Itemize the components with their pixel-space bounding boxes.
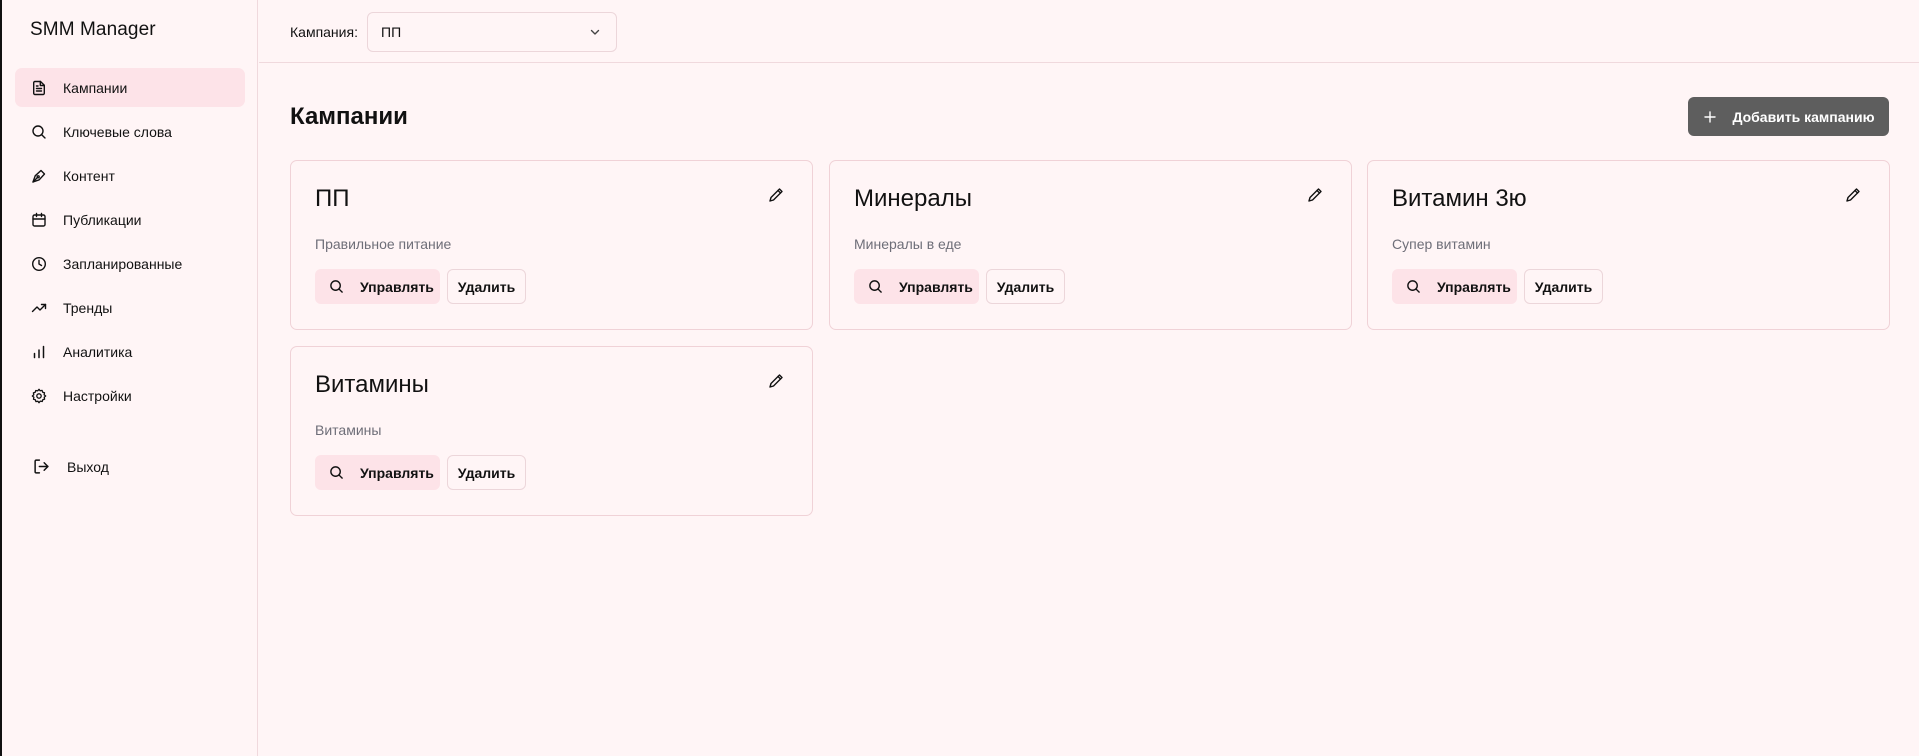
edit-campaign-button[interactable] [1307, 187, 1323, 203]
document-icon [31, 80, 47, 96]
pencil-icon [769, 188, 783, 202]
pencil-icon [1308, 188, 1322, 202]
campaign-title: Витамин 3ю [1392, 185, 1527, 212]
add-campaign-label: Добавить кампанию [1732, 108, 1875, 125]
delete-campaign-button[interactable]: Удалить [986, 269, 1065, 304]
sidebar-item-label: Публикации [63, 211, 142, 228]
sidebar-item-label: Ключевые слова [63, 123, 172, 140]
search-icon [329, 465, 344, 480]
edit-campaign-button[interactable] [768, 187, 784, 203]
sidebar-item-scheduled[interactable]: Запланированные [15, 244, 245, 283]
sidebar-item-label: Настройки [63, 387, 132, 404]
topbar: Кампания: ПП [259, 0, 1919, 63]
pen-nib-icon [31, 168, 47, 184]
trending-up-icon [31, 300, 47, 316]
campaign-description: Супер витамин [1392, 236, 1491, 252]
sidebar-item-keywords[interactable]: Ключевые слова [15, 112, 245, 151]
sidebar-nav: Кампании Ключевые слова Контент Публикац… [15, 68, 245, 420]
sidebar-item-settings[interactable]: Настройки [15, 376, 245, 415]
calendar-icon [31, 212, 47, 228]
sidebar-item-campaigns[interactable]: Кампании [15, 68, 245, 107]
sidebar-item-label: Кампании [63, 79, 128, 96]
logout-label: Выход [67, 458, 109, 475]
manage-campaign-button[interactable]: Управлять [315, 269, 440, 304]
manage-campaign-button[interactable]: Управлять [1392, 269, 1517, 304]
search-icon [1406, 279, 1421, 294]
campaign-description: Правильное питание [315, 236, 452, 252]
sidebar-item-label: Аналитика [63, 343, 133, 360]
sidebar-item-analytics[interactable]: Аналитика [15, 332, 245, 371]
pencil-icon [769, 374, 783, 388]
campaign-title: Витамины [315, 371, 429, 398]
app-title: SMM Manager [30, 19, 156, 40]
manage-label: Управлять [360, 278, 434, 295]
manage-label: Управлять [1437, 278, 1511, 295]
search-icon [31, 124, 47, 140]
campaign-description: Витамины [315, 422, 382, 438]
campaign-select-value: ПП [381, 24, 402, 40]
add-campaign-button[interactable]: Добавить кампанию [1688, 97, 1889, 136]
campaign-card: ПП Правильное питание Управлять Удалить [290, 160, 813, 330]
campaign-title: Минералы [854, 185, 972, 212]
logout-icon [33, 458, 50, 475]
sidebar-item-label: Запланированные [63, 255, 183, 272]
campaign-select-label: Кампания: [290, 24, 358, 40]
campaign-card: Минералы Минералы в еде Управлять Удалит… [829, 160, 1352, 330]
campaign-select[interactable]: ПП [367, 12, 617, 52]
campaign-title: ПП [315, 185, 350, 212]
logout-button[interactable]: Выход [33, 458, 109, 475]
page-title: Кампании [290, 103, 408, 130]
campaign-description: Минералы в еде [854, 236, 962, 252]
manage-campaign-button[interactable]: Управлять [854, 269, 979, 304]
gear-icon [31, 388, 47, 404]
delete-campaign-button[interactable]: Удалить [1524, 269, 1603, 304]
sidebar-item-content[interactable]: Контент [15, 156, 245, 195]
manage-label: Управлять [899, 278, 973, 295]
manage-campaign-button[interactable]: Управлять [315, 455, 440, 490]
sidebar: SMM Manager Кампании Ключевые слова Конт… [2, 0, 258, 756]
clock-icon [31, 256, 47, 272]
delete-campaign-button[interactable]: Удалить [447, 455, 526, 490]
search-icon [329, 279, 344, 294]
campaign-card: Витамин 3ю Супер витамин Управлять Удали… [1367, 160, 1890, 330]
delete-campaign-button[interactable]: Удалить [447, 269, 526, 304]
campaign-card: Витамины Витамины Управлять Удалить [290, 346, 813, 516]
sidebar-item-label: Тренды [63, 299, 113, 316]
edit-campaign-button[interactable] [768, 373, 784, 389]
manage-label: Управлять [360, 464, 434, 481]
plus-icon [1702, 109, 1718, 125]
chevron-down-icon [588, 25, 602, 39]
bar-chart-icon [31, 344, 47, 360]
pencil-icon [1846, 188, 1860, 202]
sidebar-item-trends[interactable]: Тренды [15, 288, 245, 327]
search-icon [868, 279, 883, 294]
edit-campaign-button[interactable] [1845, 187, 1861, 203]
sidebar-item-publications[interactable]: Публикации [15, 200, 245, 239]
sidebar-item-label: Контент [63, 167, 115, 184]
